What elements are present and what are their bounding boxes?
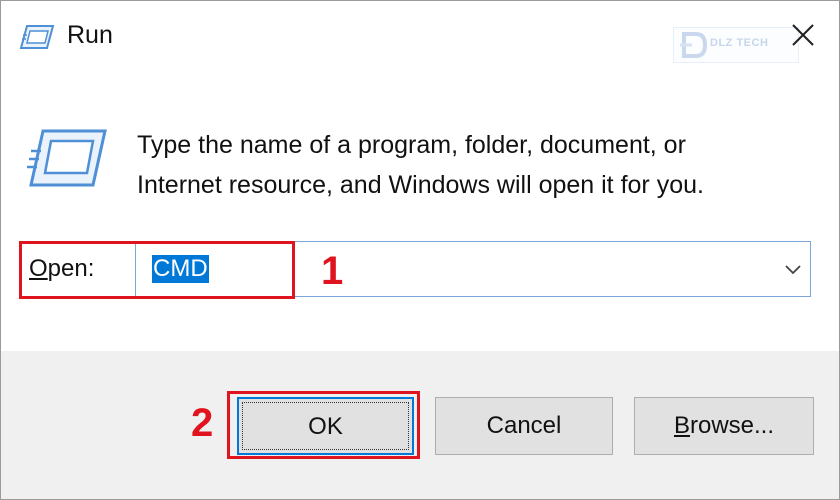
browse-button[interactable]: Browse... xyxy=(634,397,814,455)
close-button[interactable] xyxy=(783,15,823,55)
annotation-box-1 xyxy=(19,241,295,299)
cancel-button-label: Cancel xyxy=(486,412,562,439)
run-dialog: Run DLZ TECH Type the name of a program,… xyxy=(0,0,840,500)
browse-button-accesskey: B xyxy=(673,412,690,439)
description-text: Type the name of a program, folder, docu… xyxy=(137,125,797,205)
browse-button-label: rowse... xyxy=(689,412,775,439)
watermark-text: DLZ TECH xyxy=(710,37,769,49)
annotation-number-1: 1 xyxy=(321,249,344,293)
run-icon xyxy=(27,129,107,187)
description-line-2: Internet resource, and Windows will open… xyxy=(137,171,704,199)
watermark-logo-icon xyxy=(680,32,708,58)
annotation-box-2 xyxy=(227,391,420,459)
description-line-1: Type the name of a program, folder, docu… xyxy=(137,131,686,159)
chevron-down-icon[interactable] xyxy=(784,264,802,276)
close-icon xyxy=(792,24,814,46)
annotation-number-2: 2 xyxy=(191,401,214,445)
cancel-button[interactable]: Cancel xyxy=(435,397,613,455)
title-bar[interactable]: Run DLZ TECH xyxy=(1,1,839,73)
watermark: DLZ TECH xyxy=(673,27,799,63)
run-icon xyxy=(19,25,55,49)
window-title: Run xyxy=(67,21,113,49)
